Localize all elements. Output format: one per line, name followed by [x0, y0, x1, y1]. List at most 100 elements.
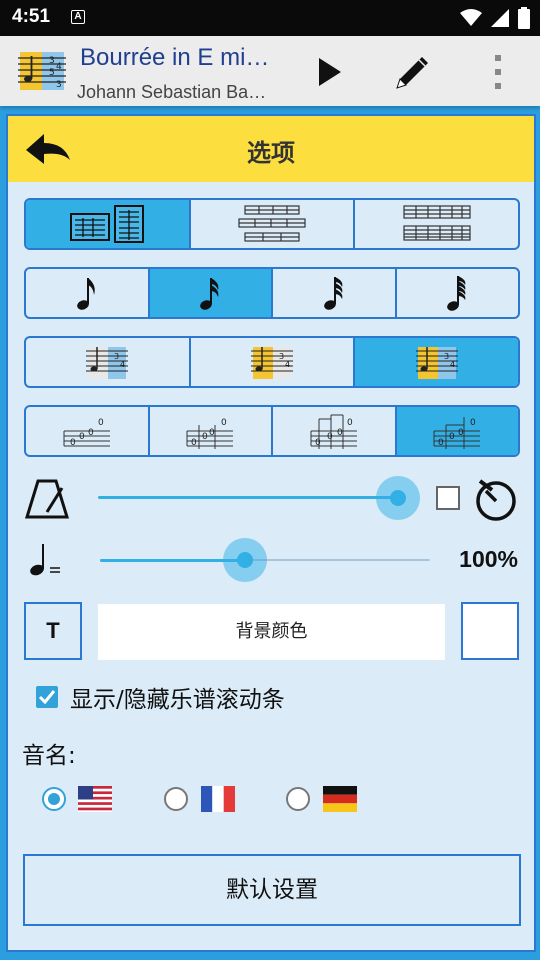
battery-icon — [518, 7, 530, 29]
song-title: Bourrée in E mi… — [80, 44, 270, 71]
sixteenth-note-icon — [200, 278, 219, 310]
svg-text:4: 4 — [285, 360, 290, 369]
color-scheme-blue-icon: 34 — [86, 347, 129, 379]
tab-style-4-icon: 00 00 — [433, 417, 481, 449]
svg-text:4: 4 — [450, 360, 455, 369]
status-icons — [460, 7, 530, 29]
svg-text:0: 0 — [470, 418, 476, 428]
options-header: 选项 — [8, 116, 534, 182]
tempo-slider-thumb[interactable] — [237, 552, 253, 568]
note-option-thirty-second[interactable] — [273, 269, 397, 317]
metronome-slider-thumb[interactable] — [390, 490, 406, 506]
play-icon — [319, 58, 341, 86]
svg-text:0: 0 — [221, 418, 227, 428]
scrollbar-checkbox[interactable] — [36, 686, 58, 708]
note-name-radio-fr[interactable] — [164, 787, 188, 811]
text-color-button[interactable]: T — [24, 602, 82, 660]
color-scheme-segmented-control: 34 34 34 — [24, 336, 520, 388]
options-title: 选项 — [247, 139, 295, 167]
checkmark-icon — [38, 690, 56, 705]
eighth-note-icon — [76, 278, 95, 310]
tab-style-option-2[interactable]: 0000 — [150, 407, 273, 455]
svg-text:3: 3 — [444, 352, 449, 361]
us-flag-icon — [78, 786, 112, 812]
tab-style-option-1[interactable]: 0000 — [26, 407, 150, 455]
svg-text:0: 0 — [202, 432, 208, 442]
svg-text:3: 3 — [114, 352, 119, 361]
svg-text:0: 0 — [458, 428, 464, 438]
svg-text:0: 0 — [327, 432, 333, 442]
layout-option-score-tab[interactable] — [26, 200, 191, 248]
note-option-sixty-fourth[interactable] — [397, 269, 519, 317]
color-scheme-yellow-blue-icon: 34 — [415, 347, 458, 379]
svg-text:4: 4 — [120, 360, 125, 369]
layout-score-icon — [238, 205, 306, 242]
app-bar: 3 4 5 3 Bourrée in E mi… Johann Sebastia… — [0, 36, 540, 106]
metronome-checkbox[interactable] — [436, 486, 460, 510]
tab-style-2-icon: 00 00 — [186, 418, 234, 449]
color-option-yellow[interactable]: 34 — [191, 338, 356, 386]
layout-segmented-control — [24, 198, 520, 250]
timer-icon[interactable] — [472, 474, 520, 522]
more-vertical-icon — [495, 55, 501, 89]
more-options-button[interactable] — [478, 52, 518, 92]
de-flag-icon — [323, 786, 357, 812]
fr-flag-icon — [201, 786, 235, 812]
tab-style-segmented-control: 0000 0000 0000 0000 — [24, 405, 520, 457]
background-color-button[interactable]: 背景颜色 — [98, 604, 445, 660]
song-composer: Johann Sebastian Ba… — [77, 82, 267, 102]
svg-text:4: 4 — [56, 62, 62, 72]
color-option-yellow-blue[interactable]: 34 — [355, 338, 518, 386]
svg-text:3: 3 — [49, 56, 55, 66]
svg-text:0: 0 — [98, 418, 104, 428]
edit-button[interactable] — [393, 52, 433, 92]
metronome-slider-track[interactable] — [98, 496, 398, 499]
color-option-blue[interactable]: 34 — [26, 338, 191, 386]
tempo-note-icon — [30, 544, 60, 576]
svg-text:0: 0 — [449, 432, 455, 442]
svg-text:0: 0 — [347, 418, 353, 428]
svg-text:0: 0 — [209, 428, 215, 438]
notification-badge: A — [71, 10, 85, 24]
wifi-icon — [460, 9, 482, 26]
app-logo-icon: 3 4 5 3 — [18, 52, 66, 90]
signal-icon — [491, 9, 509, 27]
scrollbar-toggle-label[interactable]: 显示/隐藏乐谱滚动条 — [70, 680, 285, 714]
svg-text:3: 3 — [279, 352, 284, 361]
note-names-label: 音名: — [22, 743, 76, 769]
metronome-icon — [24, 479, 70, 519]
play-button[interactable] — [310, 52, 350, 92]
svg-text:0: 0 — [88, 428, 94, 438]
status-time: 4:51 — [12, 6, 51, 27]
tab-style-option-3[interactable]: 0000 — [273, 407, 397, 455]
svg-text:0: 0 — [337, 428, 343, 438]
status-bar: 4:51 A — [0, 0, 540, 36]
svg-text:0: 0 — [315, 438, 321, 448]
tab-style-option-4[interactable]: 0000 — [396, 407, 518, 455]
svg-text:0: 0 — [438, 438, 444, 448]
note-option-eighth[interactable] — [26, 269, 150, 317]
layout-score-tab-icon — [70, 205, 145, 243]
thirty-second-note-icon — [323, 277, 343, 310]
layout-tab-icon — [403, 205, 471, 241]
color-scheme-yellow-icon: 34 — [251, 347, 293, 379]
note-name-radio-us[interactable] — [42, 787, 66, 811]
options-panel: 选项 3 4 3 4 3 4 0 0 0 0 0 0 0 0 0 0 0 0 0… — [6, 114, 536, 952]
tab-style-3-icon: 00 00 — [310, 414, 357, 449]
note-name-radio-de[interactable] — [286, 787, 310, 811]
color-swatch[interactable] — [461, 602, 519, 660]
tempo-percent: 100% — [459, 546, 518, 572]
svg-text:5: 5 — [49, 68, 55, 78]
edit-pencil-icon — [396, 57, 428, 89]
note-option-sixteenth[interactable] — [149, 269, 273, 317]
svg-text:3: 3 — [56, 80, 62, 90]
svg-text:0: 0 — [191, 438, 197, 448]
sixty-fourth-note-icon — [447, 276, 466, 311]
layout-option-score[interactable] — [191, 200, 356, 248]
reset-defaults-button[interactable]: 默认设置 — [23, 854, 521, 926]
svg-text:0: 0 — [79, 432, 85, 442]
svg-text:0: 0 — [70, 438, 76, 448]
layout-option-tab[interactable] — [355, 200, 518, 248]
note-value-segmented-control — [24, 267, 520, 319]
tab-style-1-icon: 00 00 — [63, 418, 110, 448]
